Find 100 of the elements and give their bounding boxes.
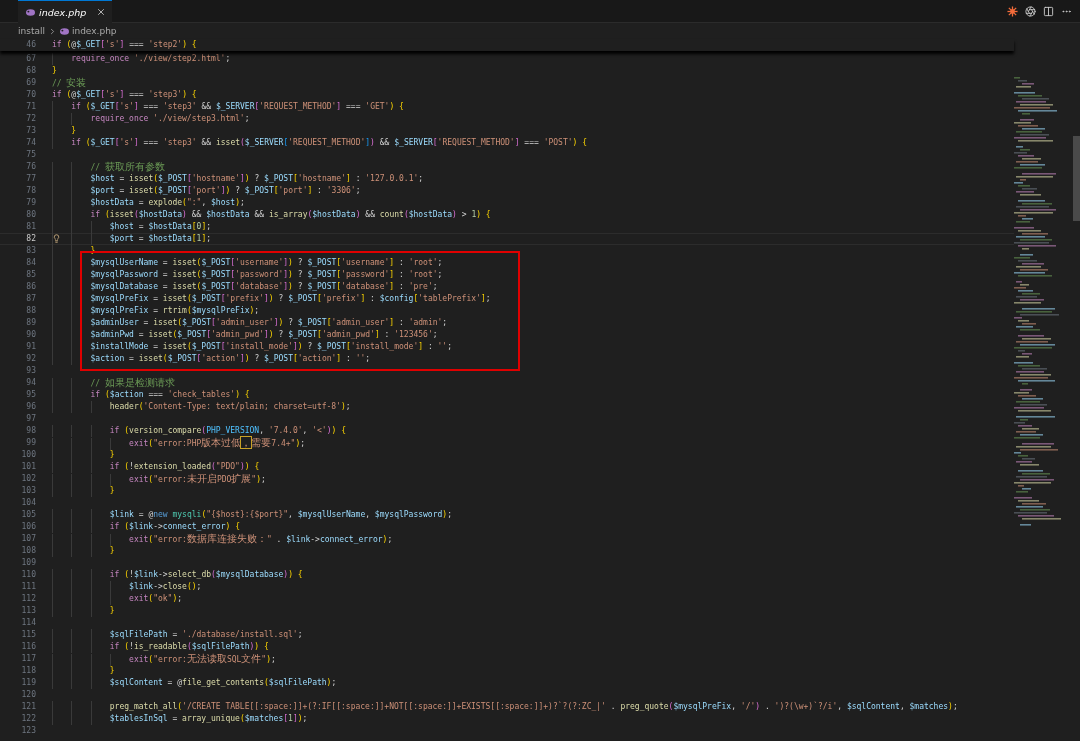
code-line: $mysqlPreFix = rtrim($mysqlPreFix); <box>52 305 260 317</box>
code-line: $link = @new mysqli("{$host}:{$port}", $mysqlUserName, $mysqlPassword); <box>52 509 452 521</box>
code-line: exit("ok"); <box>52 593 183 605</box>
line-number: 46 <box>25 39 36 51</box>
code-line: } <box>52 65 57 77</box>
line-number: 116 <box>20 641 36 653</box>
code-line: $mysqlDatabase = isset($_POST['database']) ? $_POST['database'] : 'pre'; <box>52 281 438 293</box>
code-line: $mysqlPreFix = isset($_POST['prefix']) ? $_POST['prefix'] : $config['tablePrefix']; <box>52 293 491 305</box>
code-line: $tablesInSql = array_unique($matches[1]); <box>52 713 308 725</box>
line-number: 100 <box>20 449 36 461</box>
line-number: 101 <box>20 461 36 473</box>
code-line: // 安装 <box>52 77 87 89</box>
line-number: 113 <box>20 605 36 617</box>
line-number: 109 <box>20 557 36 569</box>
line-number: 85 <box>25 269 36 281</box>
line-number: 78 <box>25 185 36 197</box>
code-line: header('Content-Type: text/plain; charset=utf-8'); <box>52 401 351 413</box>
line-number: 84 <box>25 257 36 269</box>
line-number: 94 <box>25 377 36 389</box>
code-line: exit("error:无法读取SQL文件"); <box>52 653 276 665</box>
line-number: 76 <box>25 161 36 173</box>
code-line: $action = isset($_POST['action']) ? $_POST['action'] : ''; <box>52 353 371 365</box>
line-number: 77 <box>25 173 36 185</box>
code-line: require_once './view/step3.html'; <box>52 113 250 125</box>
code-line: if ($_GET['s'] === 'step3' && isset($_SERVER['REQUEST_METHOD']) && $_SERVER['REQUEST_METHOD'] === 'POST') { <box>52 137 588 149</box>
code-line: } <box>52 125 77 137</box>
code-line: $sqlFilePath = './database/install.sql'; <box>52 629 303 641</box>
editor-tab[interactable]: index.php <box>18 0 113 23</box>
line-number: 98 <box>25 425 36 437</box>
line-number: 80 <box>25 209 36 221</box>
line-number: 75 <box>25 149 36 161</box>
line-number: 108 <box>20 545 36 557</box>
line-number: 83 <box>25 245 36 257</box>
line-number: 88 <box>25 305 36 317</box>
line-number: 82 <box>25 233 36 245</box>
line-number: 96 <box>25 401 36 413</box>
line-number: 111 <box>20 581 36 593</box>
code-line: $port = isset($_POST['port']) ? $_POST['port'] : '3306'; <box>52 185 361 197</box>
line-number: 69 <box>25 77 36 89</box>
code-line: require_once './view/step2.html'; <box>52 53 231 65</box>
line-number: 114 <box>20 617 36 629</box>
line-number: 107 <box>20 533 36 545</box>
code-line: if ($action === 'check_tables') { <box>52 389 250 401</box>
code-line: if ($_GET['s'] === 'step3' && $_SERVER['REQUEST_METHOD'] === 'GET') { <box>52 101 404 113</box>
split-editor-icon[interactable] <box>1043 5 1054 17</box>
code-line: if (!is_readable($sqlFilePath)) { <box>52 641 269 653</box>
lightbulb-icon[interactable] <box>52 234 61 243</box>
line-number: 119 <box>20 677 36 689</box>
line-number: 120 <box>20 689 36 701</box>
line-number: 105 <box>20 509 36 521</box>
code-line: if (version_compare(PHP_VERSION, '7.4.0', '<')) { <box>52 425 346 437</box>
line-number: 118 <box>20 665 36 677</box>
close-icon[interactable] <box>96 7 107 17</box>
line-number: 87 <box>25 293 36 305</box>
line-number: 73 <box>25 125 36 137</box>
code-line: $link->close(); <box>52 581 202 593</box>
code-line: exit("error:未开启PDO扩展"); <box>52 473 266 485</box>
code-line: $host = isset($_POST['hostname']) ? $_POST['hostname'] : '127.0.0.1'; <box>52 173 424 185</box>
php-file-icon <box>26 8 35 16</box>
code-line: } <box>52 485 115 497</box>
line-number: 112 <box>20 593 36 605</box>
code-line: // 获取所有参数 <box>52 161 165 173</box>
code-line: } <box>52 545 115 557</box>
scrollbar-thumb[interactable] <box>1073 136 1080 221</box>
line-number: 79 <box>25 197 36 209</box>
code-line: // 如果是检测请求 <box>52 377 175 389</box>
line-number: 71 <box>25 101 36 113</box>
line-number: 103 <box>20 485 36 497</box>
line-number: 67 <box>25 53 36 65</box>
aperture-icon[interactable] <box>1025 5 1036 17</box>
code-line: $hostData = explode(":", $host); <box>52 197 245 209</box>
breadcrumb-item[interactable]: index.php <box>71 26 117 36</box>
line-number: 92 <box>25 353 36 365</box>
code-line: if ($link->connect_error) { <box>52 521 240 533</box>
code-line: $mysqlPassword = isset($_POST['password']) ? $_POST['password'] : 'root'; <box>52 269 443 281</box>
code-line: preg_match_all('/CREATE TABLE[[:space:]]+(?:IF[[:space:]]+NOT[[:space:]]+EXISTS[[:space:]]+)?`?(?:ZC_|' . preg_quote($mysqlPreFix, '/') . ')?(\w+)`?/i', $sqlContent, $matches); <box>52 701 958 713</box>
code-line: exit("error:数据库连接失败：" . $link->connect_error); <box>52 533 393 545</box>
line-number: 106 <box>20 521 36 533</box>
line-number: 86 <box>25 281 36 293</box>
line-number: 122 <box>20 713 36 725</box>
line-number: 115 <box>20 629 36 641</box>
code-line: } <box>52 665 115 677</box>
code-line: } <box>52 449 115 461</box>
code-line: $host = $hostData[0]; <box>52 221 212 233</box>
breadcrumb-item[interactable]: install <box>18 26 45 36</box>
line-number: 89 <box>25 317 36 329</box>
code-line[interactable]: if (@$_GET['s'] === 'step2') { <box>52 39 197 51</box>
php-file-icon <box>59 27 69 35</box>
line-number: 93 <box>25 365 36 377</box>
line-number: 97 <box>25 413 36 425</box>
starburst-icon[interactable] <box>1007 5 1018 17</box>
line-number: 123 <box>20 725 36 737</box>
line-number: 68 <box>25 65 36 77</box>
code-line: if (!$link->select_db($mysqlDatabase)) { <box>52 569 303 581</box>
line-number: 99 <box>25 437 36 449</box>
line-number: 110 <box>20 569 36 581</box>
code-line: } <box>52 605 115 617</box>
line-number: 104 <box>20 497 36 509</box>
code-line: $installMode = isset($_POST['install_mode']) ? $_POST['install_mode'] : ''; <box>52 341 452 353</box>
line-number: 70 <box>25 89 36 101</box>
